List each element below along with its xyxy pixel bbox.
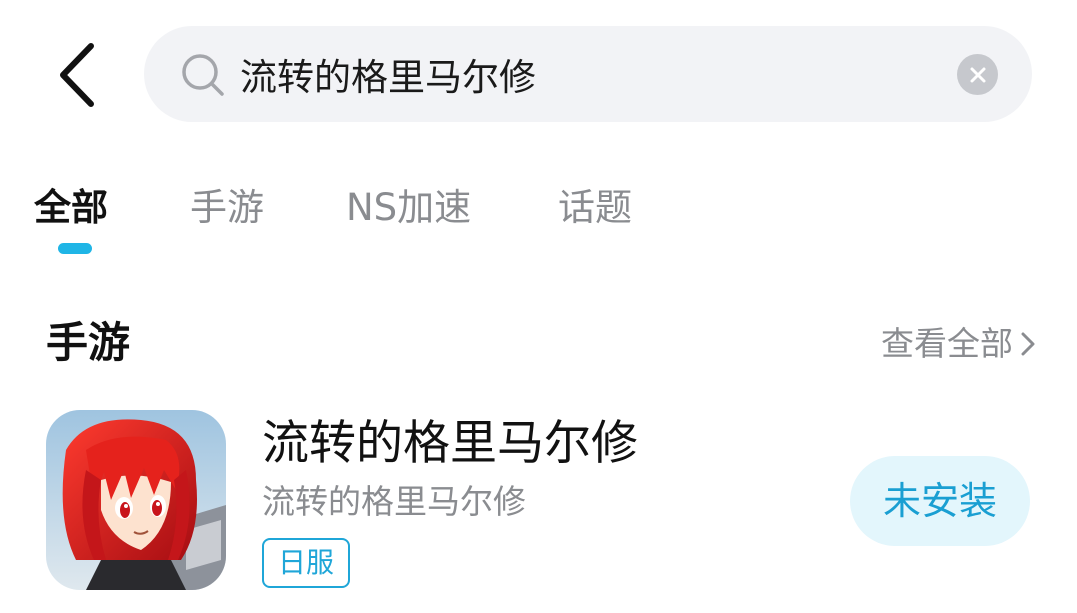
clear-icon [970, 67, 985, 82]
search-results-screen: 全部 手游 NS加速 话题 手游 查看全部 [0, 0, 1077, 613]
clear-search-button[interactable] [957, 54, 998, 95]
install-status-button[interactable]: 未安装 [850, 456, 1030, 546]
search-input[interactable] [240, 48, 940, 100]
view-all-link[interactable]: 查看全部 [881, 318, 1035, 370]
chevron-left-icon [60, 43, 94, 107]
back-button[interactable] [52, 40, 102, 110]
chevron-right-icon [1021, 332, 1035, 356]
tab-bar: 全部 手游 NS加速 话题 [0, 178, 1077, 258]
section-title: 手游 [46, 318, 131, 367]
search-bar[interactable] [144, 26, 1032, 122]
tab-mobile-games[interactable]: 手游 [190, 178, 264, 238]
tab-all[interactable]: 全部 [34, 178, 108, 238]
tab-ns-accelerate[interactable]: NS加速 [346, 178, 471, 238]
view-all-label: 查看全部 [881, 324, 1013, 363]
search-icon [182, 54, 224, 96]
game-subtitle: 流转的格里马尔修 [262, 482, 526, 521]
game-app-icon[interactable] [46, 410, 226, 590]
region-tag: 日服 [262, 538, 351, 588]
game-title[interactable]: 流转的格里马尔修 [262, 412, 638, 476]
tab-topics[interactable]: 话题 [558, 178, 632, 238]
game-artwork [46, 410, 226, 590]
active-tab-indicator [58, 243, 92, 254]
